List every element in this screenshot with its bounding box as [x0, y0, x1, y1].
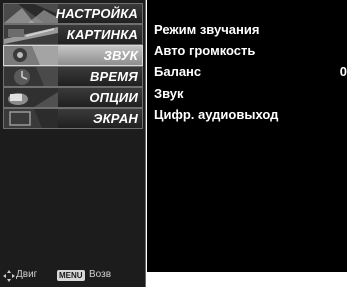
navigation-hints: Двиг MENU Возв — [2, 269, 144, 283]
main-menu: НАСТРОЙКА КАРТИНКА ЗВУК ВРЕМЯ ОПЦИИ ЭКРА… — [0, 0, 146, 287]
move-hint-label: Двиг — [16, 269, 38, 280]
menu-key-icon: MENU — [57, 270, 85, 281]
menu-item-sound[interactable]: ЗВУК — [3, 45, 143, 66]
time-thumbnail-icon — [4, 67, 58, 86]
menu-item-picture[interactable]: КАРТИНКА — [3, 24, 143, 45]
submenu-item-digital-audio-out[interactable]: Цифр. аудиовыход — [154, 107, 278, 122]
menu-item-label: ЭКРАН — [93, 111, 138, 126]
submenu-item-audio[interactable]: Звук — [154, 86, 184, 101]
submenu-item-sound-mode[interactable]: Режим звучания — [154, 22, 259, 37]
option-thumbnail-icon — [4, 88, 58, 107]
sound-submenu: Режим звучания Авто громкость Баланс 0 З… — [147, 0, 347, 272]
setup-thumbnail-icon — [4, 4, 58, 23]
menu-item-time[interactable]: ВРЕМЯ — [3, 66, 143, 87]
submenu-item-balance[interactable]: Баланс — [154, 64, 201, 79]
balance-value: 0 — [339, 64, 347, 79]
menu-item-label: ОПЦИИ — [89, 90, 138, 105]
menu-item-setup[interactable]: НАСТРОЙКА — [3, 3, 143, 24]
screen-thumbnail-icon — [4, 109, 58, 128]
menu-item-screen[interactable]: ЭКРАН — [3, 108, 143, 129]
menu-item-label: ВРЕМЯ — [89, 69, 138, 84]
picture-thumbnail-icon — [4, 25, 58, 44]
move-arrows-icon — [3, 270, 15, 282]
menu-item-label: НАСТРОЙКА — [55, 6, 138, 21]
back-hint-label: Возв — [89, 269, 112, 280]
menu-item-label: КАРТИНКА — [66, 27, 138, 42]
menu-item-option[interactable]: ОПЦИИ — [3, 87, 143, 108]
submenu-item-auto-volume[interactable]: Авто громкость — [154, 43, 255, 58]
sound-thumbnail-icon — [4, 46, 58, 65]
menu-item-label: ЗВУК — [103, 48, 138, 63]
